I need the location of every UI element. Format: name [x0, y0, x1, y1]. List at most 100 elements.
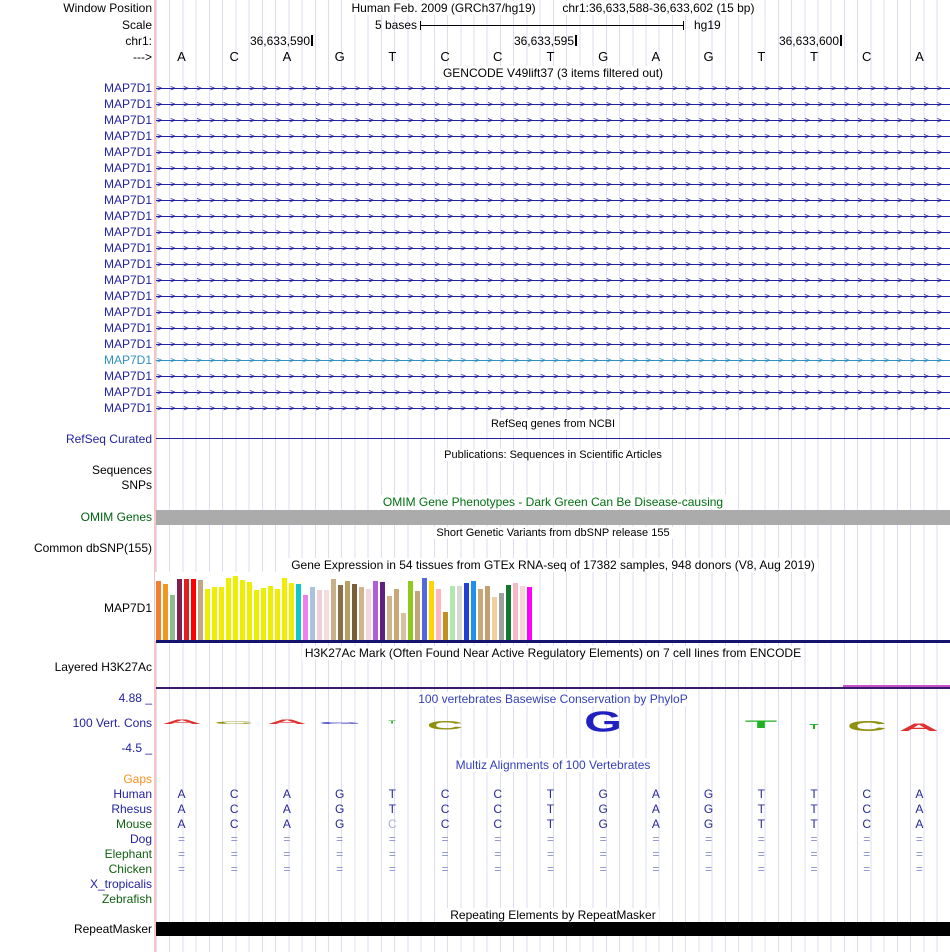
phylop-title[interactable]: 100 vertebrates Basewise Conservation by…: [156, 692, 950, 706]
gtex-tissue-bar[interactable]: [233, 576, 238, 641]
gtex-tissue-bar[interactable]: [282, 578, 287, 641]
gtex-tissue-bar[interactable]: [163, 584, 168, 641]
gtex-tissue-bar[interactable]: [408, 581, 413, 641]
gtex-tissue-bar[interactable]: [387, 596, 392, 641]
gtex-tissue-bar[interactable]: [268, 586, 273, 641]
gencode-gene-row[interactable]: >>>>>>>>>>>>>>>>>>>>>>>>>>>>>>>>>>>>>>>>…: [156, 161, 950, 177]
gencode-gene-label[interactable]: MAP7D1: [104, 369, 152, 384]
multiz-species-label[interactable]: Elephant: [105, 847, 152, 862]
gtex-tissue-bar[interactable]: [205, 589, 210, 641]
h3k27ac-signal-overlay[interactable]: [843, 685, 950, 687]
gencode-gene-label[interactable]: MAP7D1: [104, 177, 152, 192]
gtex-tissue-bar[interactable]: [184, 579, 189, 641]
multiz-species-label[interactable]: X_tropicalis: [90, 877, 152, 892]
gencode-gene-label[interactable]: MAP7D1: [104, 161, 152, 176]
gtex-tissue-bar[interactable]: [247, 582, 252, 641]
gtex-tissue-bar[interactable]: [191, 579, 196, 641]
dbsnp-title[interactable]: Short Genetic Variants from dbSNP releas…: [156, 526, 950, 540]
gtex-tissue-bar[interactable]: [303, 595, 308, 641]
gtex-tissue-bar[interactable]: [331, 579, 336, 641]
gtex-tissue-bar[interactable]: [156, 581, 161, 641]
gencode-gene-row[interactable]: >>>>>>>>>>>>>>>>>>>>>>>>>>>>>>>>>>>>>>>>…: [156, 257, 950, 273]
gtex-tissue-bar[interactable]: [366, 589, 371, 641]
gtex-tissue-bar[interactable]: [513, 583, 518, 641]
refseq-title[interactable]: RefSeq genes from NCBI: [156, 417, 950, 431]
gencode-gene-label[interactable]: MAP7D1: [104, 337, 152, 352]
multiz-species-label[interactable]: Mouse: [116, 817, 152, 832]
omim-genes-bar[interactable]: [156, 510, 950, 525]
gtex-tissue-bar[interactable]: [415, 591, 420, 641]
gencode-gene-label[interactable]: MAP7D1: [104, 209, 152, 224]
gencode-gene-label[interactable]: MAP7D1: [104, 129, 152, 144]
multiz-species-row[interactable]: = = = = = = = = = = = = = = =: [156, 862, 950, 877]
multiz-species-row[interactable]: ACAGCCCTGAGTTCA: [156, 817, 950, 832]
gtex-tissue-bar[interactable]: [520, 586, 525, 641]
gencode-gene-label[interactable]: MAP7D1: [104, 305, 152, 320]
gencode-gene-row[interactable]: >>>>>>>>>>>>>>>>>>>>>>>>>>>>>>>>>>>>>>>>…: [156, 241, 950, 257]
gencode-gene-row[interactable]: >>>>>>>>>>>>>>>>>>>>>>>>>>>>>>>>>>>>>>>>…: [156, 289, 950, 305]
gtex-tissue-bar[interactable]: [464, 583, 469, 641]
publications-title[interactable]: Publications: Sequences in Scientific Ar…: [156, 448, 950, 462]
gtex-tissue-bar[interactable]: [429, 581, 434, 641]
gtex-tissue-bar[interactable]: [338, 585, 343, 641]
repeatmasker-title[interactable]: Repeating Elements by RepeatMasker: [156, 908, 950, 922]
gencode-gene-label[interactable]: MAP7D1: [104, 321, 152, 336]
multiz-species-label[interactable]: Chicken: [109, 862, 152, 877]
gtex-tissue-bar[interactable]: [177, 579, 182, 641]
snps-label[interactable]: SNPs: [121, 478, 152, 493]
gtex-tissue-bar[interactable]: [275, 589, 280, 641]
refseq-curated-label[interactable]: RefSeq Curated: [66, 432, 152, 447]
gtex-tissue-bar[interactable]: [212, 587, 217, 641]
gencode-gene-label[interactable]: MAP7D1: [104, 113, 152, 128]
gencode-gene-row[interactable]: >>>>>>>>>>>>>>>>>>>>>>>>>>>>>>>>>>>>>>>>…: [156, 81, 950, 97]
multiz-species-label[interactable]: Gaps: [123, 772, 152, 787]
gencode-gene-row[interactable]: >>>>>>>>>>>>>>>>>>>>>>>>>>>>>>>>>>>>>>>>…: [156, 353, 950, 369]
gencode-gene-row[interactable]: >>>>>>>>>>>>>>>>>>>>>>>>>>>>>>>>>>>>>>>>…: [156, 209, 950, 225]
gtex-tissue-bar[interactable]: [373, 581, 378, 641]
gtex-tissue-bar[interactable]: [527, 587, 532, 641]
gencode-gene-row[interactable]: >>>>>>>>>>>>>>>>>>>>>>>>>>>>>>>>>>>>>>>>…: [156, 97, 950, 113]
gencode-gene-label[interactable]: MAP7D1: [104, 289, 152, 304]
gencode-gene-label[interactable]: MAP7D1: [104, 273, 152, 288]
gtex-tissue-bar[interactable]: [450, 586, 455, 641]
gencode-gene-row[interactable]: >>>>>>>>>>>>>>>>>>>>>>>>>>>>>>>>>>>>>>>>…: [156, 321, 950, 337]
multiz-species-row[interactable]: ACAGTCCTGAGTTCA: [156, 787, 950, 802]
gtex-title[interactable]: Gene Expression in 54 tissues from GTEx …: [156, 558, 950, 572]
gtex-tissue-bar[interactable]: [198, 580, 203, 641]
gtex-tissue-bar[interactable]: [289, 583, 294, 641]
multiz-species-row[interactable]: = = = = = = = = = = = = = = =: [156, 832, 950, 847]
gencode-title[interactable]: GENCODE V49lift37 (3 items filtered out): [156, 66, 950, 80]
gencode-gene-row[interactable]: >>>>>>>>>>>>>>>>>>>>>>>>>>>>>>>>>>>>>>>>…: [156, 113, 950, 129]
repeatmasker-bar[interactable]: [156, 922, 950, 936]
gtex-tissue-bar[interactable]: [261, 588, 266, 641]
multiz-species-label[interactable]: Rhesus: [111, 802, 152, 817]
gtex-tissue-bar[interactable]: [324, 590, 329, 641]
refseq-curated-line[interactable]: [156, 438, 950, 439]
gencode-gene-label[interactable]: MAP7D1: [104, 385, 152, 400]
gtex-tissue-bar[interactable]: [219, 587, 224, 641]
repeatmasker-label[interactable]: RepeatMasker: [74, 922, 152, 937]
gencode-gene-label[interactable]: MAP7D1: [104, 97, 152, 112]
gencode-gene-row[interactable]: >>>>>>>>>>>>>>>>>>>>>>>>>>>>>>>>>>>>>>>>…: [156, 369, 950, 385]
gencode-gene-label[interactable]: MAP7D1: [104, 353, 152, 368]
gtex-tissue-bar[interactable]: [401, 613, 406, 641]
gencode-gene-label[interactable]: MAP7D1: [104, 241, 152, 256]
gtex-tissue-bar[interactable]: [443, 612, 448, 641]
gtex-tissue-bar[interactable]: [240, 580, 245, 641]
multiz-species-row[interactable]: = = = = = = = = = = = = = = =: [156, 847, 950, 862]
gtex-tissue-bar[interactable]: [226, 578, 231, 641]
gencode-gene-row[interactable]: >>>>>>>>>>>>>>>>>>>>>>>>>>>>>>>>>>>>>>>>…: [156, 145, 950, 161]
layered-h3k27ac-label[interactable]: Layered H3K27Ac: [55, 660, 152, 675]
gtex-tissue-bar[interactable]: [296, 584, 301, 641]
gtex-tissue-bar[interactable]: [345, 581, 350, 641]
gtex-tissue-bar[interactable]: [485, 586, 490, 641]
gtex-tissue-bar[interactable]: [352, 584, 357, 641]
gtex-tissue-bar[interactable]: [380, 582, 385, 641]
gtex-tissue-bar[interactable]: [394, 589, 399, 641]
gencode-gene-label[interactable]: MAP7D1: [104, 225, 152, 240]
gtex-tissue-bar[interactable]: [471, 581, 476, 641]
gencode-gene-row[interactable]: >>>>>>>>>>>>>>>>>>>>>>>>>>>>>>>>>>>>>>>>…: [156, 225, 950, 241]
h3k27ac-signal-line[interactable]: [156, 687, 950, 689]
multiz-species-label[interactable]: Human: [113, 787, 152, 802]
multiz-title[interactable]: Multiz Alignments of 100 Vertebrates: [156, 758, 950, 772]
